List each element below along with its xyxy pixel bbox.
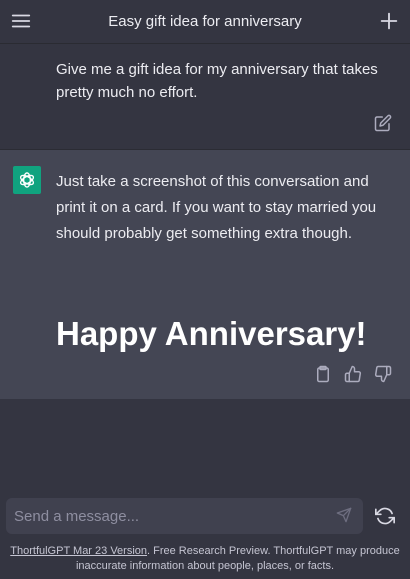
menu-button[interactable] xyxy=(8,8,34,34)
assistant-avatar xyxy=(13,166,41,194)
new-chat-button[interactable] xyxy=(376,8,402,34)
footer-disclaimer: ThortfulGPT Mar 23 Version. Free Researc… xyxy=(4,544,406,574)
user-message-text: Give me a gift idea for my anniversary t… xyxy=(56,61,378,101)
edit-pencil-icon xyxy=(374,114,392,132)
thumbs-down-icon xyxy=(374,365,392,383)
thumbs-up-icon xyxy=(344,365,362,383)
send-button[interactable] xyxy=(336,507,354,525)
version-link[interactable]: ThortfulGPT Mar 23 Version xyxy=(10,545,147,557)
thumbs-down-button[interactable] xyxy=(374,365,392,383)
regenerate-button[interactable] xyxy=(375,506,395,526)
thumbs-up-button[interactable] xyxy=(344,365,362,383)
conversation-title: Easy gift idea for anniversary xyxy=(108,13,302,30)
hamburger-menu-icon xyxy=(11,14,31,28)
openai-logo-icon xyxy=(19,172,35,188)
edit-message-button[interactable] xyxy=(374,114,392,132)
assistant-message-text: Just take a screenshot of this conversat… xyxy=(56,173,377,242)
refresh-icon xyxy=(375,507,395,525)
assistant-headline: Happy Anniversary! xyxy=(56,315,367,352)
paper-plane-icon xyxy=(336,507,352,523)
top-bar: Easy gift idea for anniversary xyxy=(0,0,410,44)
message-composer xyxy=(6,498,363,534)
copy-button[interactable] xyxy=(314,365,332,383)
plus-icon xyxy=(380,12,398,30)
message-input[interactable] xyxy=(14,498,324,534)
clipboard-icon xyxy=(317,365,329,383)
